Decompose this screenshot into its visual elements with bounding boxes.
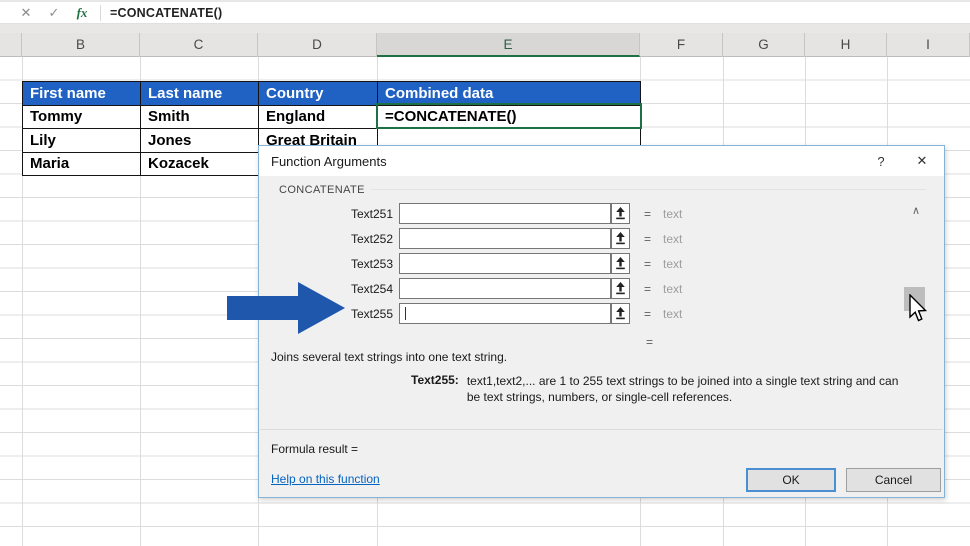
collapse-dialog-icon[interactable] — [611, 203, 630, 224]
argument-row: Text251 = text — [259, 203, 944, 224]
table-cell[interactable]: Maria — [23, 153, 141, 177]
close-icon[interactable]: ✕ — [910, 152, 934, 170]
argument-result-hint: text — [663, 257, 682, 271]
table-header-cell[interactable]: First name — [23, 82, 141, 106]
column-header-b[interactable]: B — [22, 33, 140, 57]
formula-bar: ✕ ✓ fx =CONCATENATE() — [0, 2, 970, 24]
dialog-divider — [260, 429, 943, 430]
argument-label: Text251 — [259, 207, 393, 221]
table-cell[interactable]: Jones — [141, 129, 259, 153]
column-header-c[interactable]: C — [140, 33, 258, 57]
column-header-h[interactable]: H — [805, 33, 887, 57]
argument-input-text253[interactable] — [399, 253, 611, 274]
column-header-i[interactable]: I — [887, 33, 970, 57]
column-header-e-selected[interactable]: E — [377, 33, 640, 57]
argument-result-hint: text — [663, 282, 682, 296]
accept-icon[interactable]: ✓ — [40, 5, 68, 21]
table-cell[interactable]: Kozacek — [141, 153, 259, 177]
table-cell[interactable]: Smith — [141, 106, 259, 130]
scrollbar-thumb[interactable] — [904, 287, 925, 311]
active-formula-cell[interactable]: =CONCATENATE() — [378, 106, 641, 130]
argument-row: Text254 = text — [259, 278, 944, 299]
text-caret — [405, 307, 406, 320]
equals-sign: = — [644, 307, 651, 321]
argument-result-hint: text — [663, 307, 682, 321]
group-box-line — [371, 189, 926, 190]
function-arguments-dialog: Function Arguments ? ✕ CONCATENATE Text2… — [258, 145, 945, 498]
argument-help-text: text1,text2,... are 1 to 255 text string… — [467, 373, 909, 405]
collapse-dialog-icon[interactable] — [611, 228, 630, 249]
argument-label: Text255 — [259, 307, 393, 321]
collapse-dialog-icon[interactable] — [611, 253, 630, 274]
argument-row: Text252 = text — [259, 228, 944, 249]
equals-sign: = — [644, 257, 651, 271]
column-header-a[interactable] — [0, 33, 22, 57]
function-name-label: CONCATENATE — [279, 184, 365, 196]
insert-function-icon[interactable]: fx — [68, 5, 96, 21]
equals-sign: = — [644, 232, 651, 246]
help-on-function-link[interactable]: Help on this function — [271, 472, 380, 486]
table-cell[interactable]: Lily — [23, 129, 141, 153]
argument-input-text251[interactable] — [399, 203, 611, 224]
column-header-d[interactable]: D — [258, 33, 377, 57]
dialog-title: Function Arguments — [271, 154, 387, 169]
equals-sign: = — [644, 282, 651, 296]
formula-bar-divider — [100, 5, 101, 21]
argument-row: Text253 = text — [259, 253, 944, 274]
collapse-dialog-icon[interactable] — [611, 303, 630, 324]
formula-result-label: Formula result = — [271, 442, 358, 456]
argument-input-text254[interactable] — [399, 278, 611, 299]
table-header-cell[interactable]: Last name — [141, 82, 259, 106]
argument-help-label: Text255: — [411, 373, 459, 405]
column-header-g[interactable]: G — [723, 33, 805, 57]
argument-label: Text252 — [259, 232, 393, 246]
dialog-help-button[interactable]: ? — [870, 152, 892, 170]
table-header-cell[interactable]: Country — [259, 82, 378, 106]
dialog-titlebar[interactable]: Function Arguments ? ✕ — [259, 146, 944, 176]
column-header-f[interactable]: F — [640, 33, 723, 57]
argument-input-text255-focused[interactable] — [399, 303, 611, 324]
result-equals-sign: = — [646, 335, 653, 349]
argument-result-hint: text — [663, 207, 682, 221]
argument-help: Text255: text1,text2,... are 1 to 255 te… — [411, 373, 909, 405]
argument-label: Text254 — [259, 282, 393, 296]
table-cell[interactable]: Tommy — [23, 106, 141, 130]
function-description: Joins several text strings into one text… — [271, 350, 507, 364]
column-header-row: B C D E F G H I — [0, 33, 970, 57]
table-header-cell[interactable]: Combined data — [378, 82, 641, 106]
equals-sign: = — [644, 207, 651, 221]
ok-button[interactable]: OK — [746, 468, 836, 492]
argument-input-text252[interactable] — [399, 228, 611, 249]
table-cell[interactable]: England — [259, 106, 378, 130]
argument-label: Text253 — [259, 257, 393, 271]
collapse-dialog-icon[interactable] — [611, 278, 630, 299]
cancel-icon[interactable]: ✕ — [12, 5, 40, 21]
cancel-button[interactable]: Cancel — [846, 468, 941, 492]
scroll-up-icon[interactable]: ∧ — [907, 204, 925, 217]
formula-input[interactable]: =CONCATENATE() — [110, 6, 222, 20]
argument-result-hint: text — [663, 232, 682, 246]
argument-row: Text255 = text — [259, 303, 944, 324]
